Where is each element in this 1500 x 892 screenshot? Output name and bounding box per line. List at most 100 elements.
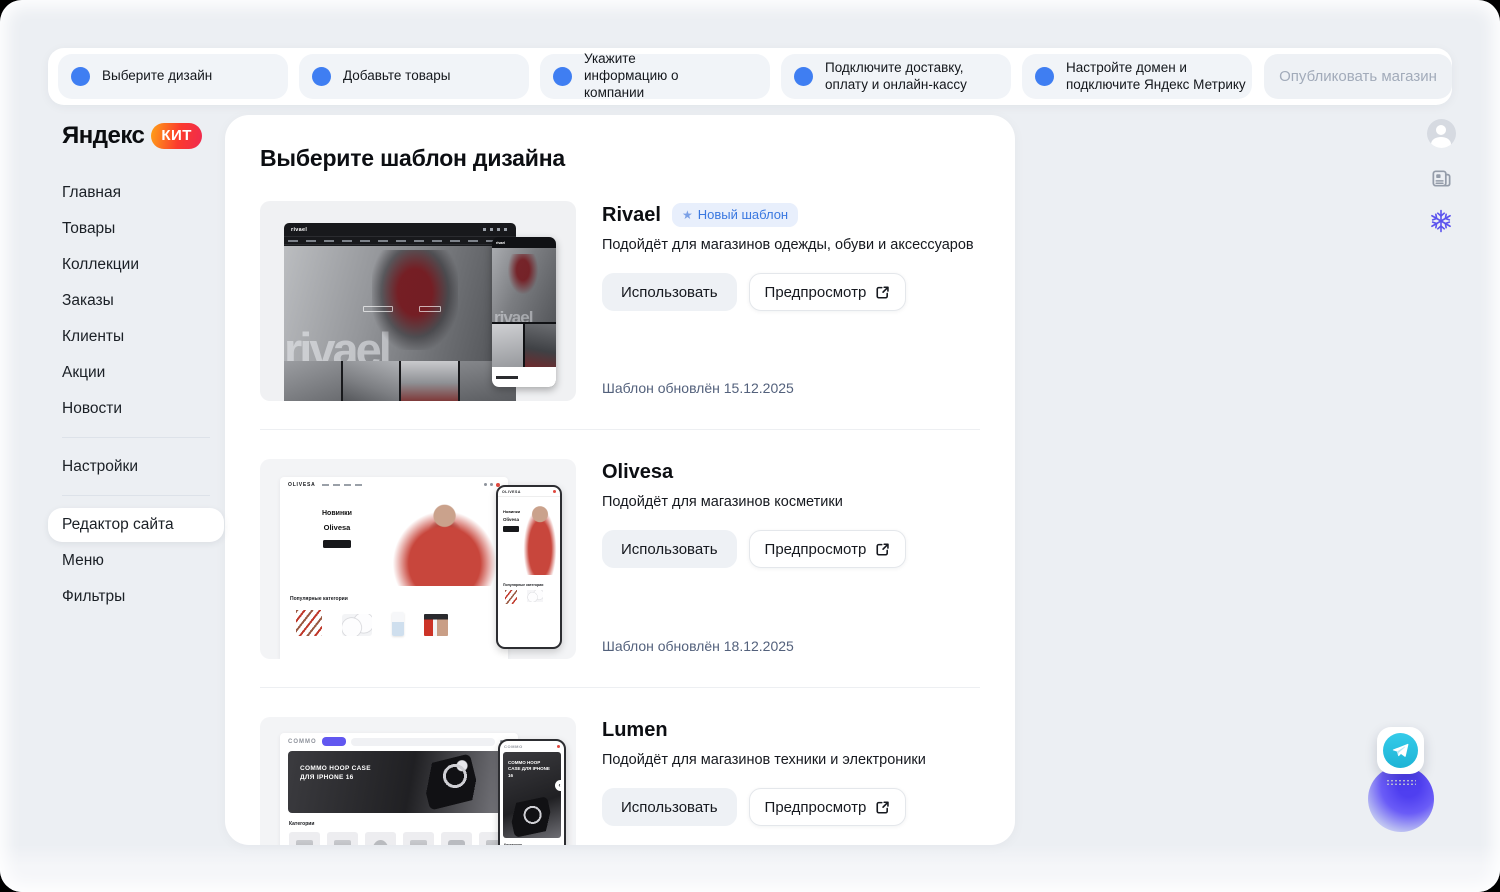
phone-case-photo xyxy=(419,753,481,811)
news-feed-icon[interactable] xyxy=(1430,167,1453,190)
step-indicator-icon xyxy=(1035,67,1054,86)
step-label: Подключите доставку, оплату и онлайн-кас… xyxy=(825,59,967,92)
preview-template-button[interactable]: Предпросмотр xyxy=(748,530,907,568)
sidebar-item-home[interactable]: Главная xyxy=(48,176,224,210)
assistant-blob-button[interactable] xyxy=(1368,766,1434,832)
star-icon: ★ xyxy=(681,207,693,222)
section-title: Категории xyxy=(289,821,315,827)
sidebar-nav: Главная Товары Коллекции Заказы Клиенты … xyxy=(48,176,224,614)
app-window: Выберите дизайн Добавьте товары Укажите … xyxy=(0,0,1500,892)
sidebar-item-orders[interactable]: Заказы xyxy=(48,284,224,318)
sidebar-item-clients[interactable]: Клиенты xyxy=(48,320,224,354)
lumen-site-logo: COMMO xyxy=(288,738,317,745)
template-row-olivesa: OLIVESA Новинки Olivesa Популярные катег… xyxy=(260,459,980,659)
user-avatar[interactable] xyxy=(1426,119,1456,148)
category-tiles xyxy=(280,832,518,845)
template-picker-panel: Выберите шаблон дизайна rivael rivael ri… xyxy=(225,115,1015,845)
template-description: Подойдёт для магазинов одежды, обуви и а… xyxy=(602,237,974,253)
step-indicator-icon xyxy=(794,67,813,86)
olivesa-desktop-mockup: OLIVESA Новинки Olivesa Популярные катег… xyxy=(280,477,508,659)
step-label: Выберите дизайн xyxy=(102,68,213,84)
template-info: Olivesa Подойдёт для магазинов косметики… xyxy=(602,459,980,659)
preview-template-button[interactable]: Предпросмотр xyxy=(748,788,907,826)
new-template-badge: ★ Новый шаблон xyxy=(671,203,799,227)
sidebar-divider xyxy=(62,495,210,496)
use-template-button[interactable]: Использовать xyxy=(602,273,737,311)
step-choose-design[interactable]: Выберите дизайн xyxy=(58,54,288,99)
hero-button xyxy=(322,540,351,548)
hero-subtitle: Olivesa xyxy=(323,523,351,532)
use-template-button[interactable]: Использовать xyxy=(602,788,737,826)
sidebar-item-site-editor[interactable]: Редактор сайта xyxy=(48,508,224,542)
step-indicator-icon xyxy=(553,67,572,86)
step-label: Укажите информацию о компании xyxy=(584,51,679,100)
banner-title: COMMO HOOP CASE ДЛЯ IPHONE 16 xyxy=(300,765,371,781)
right-rail xyxy=(1426,119,1456,233)
snowflake-icon[interactable] xyxy=(1429,209,1453,233)
preview-button-label: Предпросмотр xyxy=(764,283,867,301)
product-jars xyxy=(342,614,372,636)
hero-title: Новинки xyxy=(322,510,352,517)
external-link-icon xyxy=(876,800,890,814)
sidebar-item-news[interactable]: Новости xyxy=(48,392,224,426)
telegram-widget-button[interactable] xyxy=(1377,727,1424,774)
header-icons xyxy=(484,482,500,487)
sidebar-divider xyxy=(62,437,210,438)
section-title: Популярные категории xyxy=(290,596,348,602)
bottom-fade xyxy=(0,845,1500,892)
sidebar: Яндекс КИТ Главная Товары Коллекции Зака… xyxy=(48,122,224,616)
product-bottle xyxy=(392,612,404,636)
sidebar-item-promos[interactable]: Акции xyxy=(48,356,224,390)
template-name: Olivesa xyxy=(602,461,674,483)
olivesa-mobile-mockup: OLIVESA Новинки Olivesa Популярные катег… xyxy=(496,485,562,649)
template-name: Lumen xyxy=(602,719,668,741)
step-delivery-payment[interactable]: Подключите доставку, оплату и онлайн-кас… xyxy=(781,54,1011,99)
logo-brand-text: Яндекс xyxy=(62,122,145,149)
telegram-icon xyxy=(1383,733,1418,768)
page-title: Выберите шаблон дизайна xyxy=(260,145,566,171)
template-row-rivael: rivael rivael rivael rivael Rivael ★ Нов… xyxy=(260,201,980,401)
template-preview-rivael-image: rivael rivael rivael rivael xyxy=(260,201,576,401)
hero-chip xyxy=(418,305,441,312)
olivesa-hero: Новинки Olivesa xyxy=(280,492,508,586)
olivesa-site-logo: OLIVESA xyxy=(288,481,316,488)
rivael-desktop-mockup: rivael rivael xyxy=(284,223,516,401)
badge-label: Новый шаблон xyxy=(697,207,789,222)
template-info: Rivael ★ Новый шаблон Подойдёт для магаз… xyxy=(602,201,980,401)
hero-chip xyxy=(362,305,393,312)
step-indicator-icon xyxy=(312,67,331,86)
tile-headphones xyxy=(365,832,396,845)
header-icons xyxy=(483,228,509,231)
product-polishes xyxy=(424,614,448,636)
publish-store-button[interactable]: Опубликовать магазин xyxy=(1264,54,1452,99)
step-domain-metrica[interactable]: Настройте домен и подключите Яндекс Метр… xyxy=(1022,54,1252,99)
use-template-button[interactable]: Использовать xyxy=(602,530,737,568)
sidebar-item-products[interactable]: Товары xyxy=(48,212,224,246)
search-bar xyxy=(350,737,495,746)
yandex-kit-logo[interactable]: Яндекс КИТ xyxy=(48,122,224,150)
widget-dots-texture xyxy=(1386,779,1416,786)
row-divider xyxy=(260,429,980,430)
template-name: Rivael xyxy=(602,203,661,226)
template-preview-lumen-image: COMMO COMMO HOOP CASE ДЛЯ IPHONE 16 ‹ Ка… xyxy=(260,717,576,845)
external-link-icon xyxy=(876,542,890,556)
sidebar-item-settings[interactable]: Настройки xyxy=(48,450,224,484)
step-label: Добавьте товары xyxy=(343,68,451,84)
sidebar-item-collections[interactable]: Коллекции xyxy=(48,248,224,282)
rivael-gallery-thumbnails xyxy=(284,361,516,401)
logo-kit-badge: КИТ xyxy=(151,123,202,149)
step-indicator-icon xyxy=(71,67,90,86)
external-link-icon xyxy=(876,285,890,299)
preview-button-label: Предпросмотр xyxy=(764,798,867,816)
hero-model-photo xyxy=(378,496,506,586)
catalog-button xyxy=(321,737,346,746)
sidebar-item-menu[interactable]: Меню xyxy=(48,544,224,578)
sidebar-item-filters[interactable]: Фильтры xyxy=(48,580,224,614)
onboarding-stepper-bar: Выберите дизайн Добавьте товары Укажите … xyxy=(48,48,1452,105)
step-company-info[interactable]: Укажите информацию о компании xyxy=(540,51,770,100)
rivael-hero-image: rivael xyxy=(284,246,516,361)
lumen-mobile-mockup: COMMO COMMO HOOP CASE ДЛЯ IPHONE 16 ‹ Ка… xyxy=(498,739,566,845)
product-brushes xyxy=(296,610,322,636)
step-add-products[interactable]: Добавьте товары xyxy=(299,54,529,99)
preview-template-button[interactable]: Предпросмотр xyxy=(748,273,907,311)
